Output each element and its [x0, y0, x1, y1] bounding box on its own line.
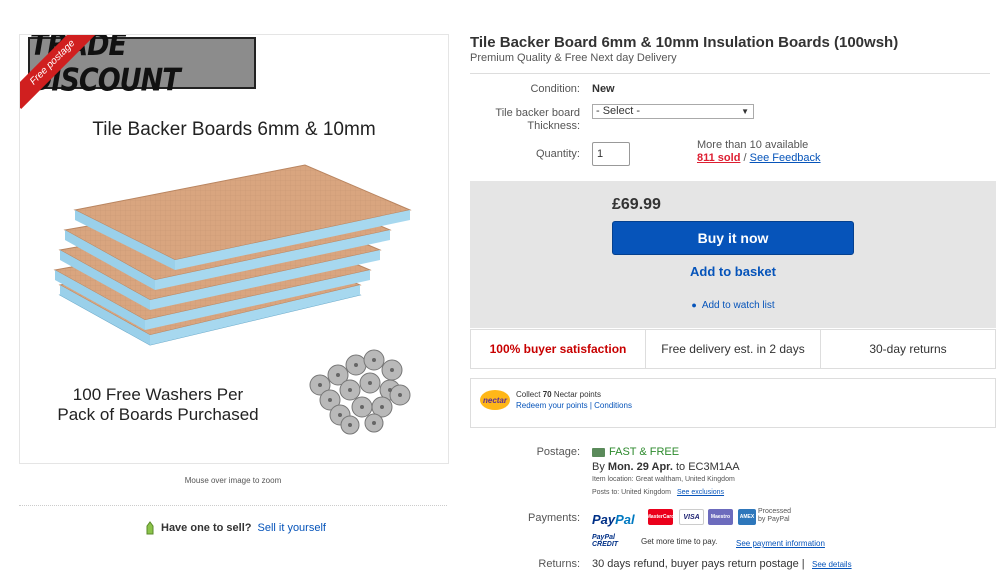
amex-icon: AMEX — [738, 509, 756, 525]
paypal-logo-a: Pay — [592, 512, 616, 527]
buy-it-now-button[interactable]: Buy it now — [612, 221, 854, 255]
availability-text: More than 10 available — [697, 139, 809, 151]
returns-value: 30 days refund, buyer pays return postag… — [592, 558, 805, 570]
buyer-satisfaction: 100% buyer satisfaction — [471, 330, 646, 368]
price: £69.99 — [612, 196, 661, 213]
zoom-hint: Mouse over image to zoom — [184, 476, 282, 485]
thickness-label: Tile backer board Thickness: — [470, 107, 580, 133]
see-feedback-link[interactable]: See Feedback — [750, 152, 821, 164]
sold-info: 811 sold / See Feedback — [697, 152, 821, 164]
nectar-collect: Collect 70 Nectar points — [516, 390, 601, 399]
divider — [19, 505, 447, 506]
postage-fast-free: FAST & FREE — [609, 446, 680, 458]
washers-line-2: Pack of Boards Purchased — [57, 405, 259, 424]
credit-logo-line-2: CREDIT — [592, 541, 619, 548]
washers-line-1: 100 Free Washers Per — [72, 385, 244, 404]
delivery-date-value: Mon. 29 Apr. — [607, 461, 673, 473]
washers-promo: 100 Free Washers Per Pack of Boards Purc… — [48, 385, 268, 425]
delivery-date: By Mon. 29 Apr. to EC3M1AA — [592, 461, 740, 473]
paypal-logo-b: Pal — [615, 512, 635, 527]
nectar-panel: nectar Collect 70 Nectar points Redeem y… — [470, 378, 996, 428]
credit-logo-line-1: PayPal — [592, 534, 615, 541]
product-subtitle: Premium Quality & Free Next day Delivery — [470, 52, 677, 64]
item-location: Item location: Great waltham, United Kin… — [592, 476, 735, 483]
processed-by-paypal: Processed by PayPal — [758, 508, 791, 524]
paypal-logo: PayPal — [592, 512, 635, 527]
returns-policy: 30-day returns — [869, 342, 947, 356]
thickness-label-line-2: Thickness: — [527, 120, 580, 132]
posts-to: Posts to: United Kingdom See exclusions — [592, 489, 724, 496]
board-stack — [53, 164, 412, 346]
add-to-basket-button[interactable]: Add to basket — [612, 264, 854, 279]
processed-line-1: Processed — [758, 508, 792, 515]
credit-text: Get more time to pay. — [641, 537, 718, 546]
nectar-collect-suffix: Nectar points — [553, 390, 601, 399]
free-delivery-estimate: Free delivery est. in 2 days — [646, 330, 821, 368]
thickness-selected: - Select - — [596, 105, 641, 117]
returns-label: Returns: — [538, 558, 580, 570]
processed-line-2: by PayPal — [758, 516, 790, 523]
condition-label: Condition: — [530, 83, 580, 95]
product-title: Tile Backer Board 6mm & 10mm Insulation … — [470, 34, 899, 51]
maestro-icon: Maestro — [708, 509, 733, 525]
thickness-select[interactable]: - Select - ▼ — [592, 104, 754, 119]
nectar-links: Redeem your points | Conditions — [516, 401, 632, 410]
postage-value: FAST & FREE — [592, 446, 679, 458]
product-image[interactable]: TRADE DISCOUNT Free postage Tile Backer … — [19, 34, 449, 464]
divider — [470, 73, 990, 74]
see-exclusions-link[interactable]: See exclusions — [677, 489, 724, 496]
nectar-collect-prefix: Collect — [516, 390, 541, 399]
see-payment-information-link[interactable]: See payment information — [736, 539, 825, 548]
sell-question: Have one to sell? — [161, 522, 252, 534]
quantity-label: Quantity: — [535, 148, 580, 160]
washers-illustration — [309, 349, 411, 435]
nectar-separator: | — [589, 401, 592, 410]
payments-label: Payments: — [528, 512, 580, 524]
nectar-conditions-link[interactable]: Conditions — [594, 401, 632, 410]
eye-icon: ● — [691, 300, 697, 310]
sell-it-yourself-link[interactable]: Sell it yourself — [257, 522, 325, 534]
sold-count-link[interactable]: 811 sold — [697, 152, 740, 164]
condition-value: New — [592, 83, 615, 95]
thickness-label-line-1: Tile backer board — [495, 107, 580, 119]
quantity-input[interactable]: 1 — [592, 142, 630, 166]
features-bar: 100% buyer satisfaction Free delivery es… — [470, 329, 996, 369]
visa-icon: VISA — [679, 509, 704, 525]
sold-separator: / — [743, 152, 747, 164]
postage-label: Postage: — [536, 446, 580, 458]
add-to-watch-list-link[interactable]: ● Add to watch list — [612, 300, 854, 311]
mastercard-icon: MasterCard — [647, 509, 674, 525]
nectar-logo-icon: nectar — [480, 390, 510, 410]
see-details-link[interactable]: See details — [812, 560, 852, 569]
paypal-credit-logo: PayPal CREDIT — [592, 534, 632, 550]
delivery-postcode: to EC3M1AA — [675, 461, 740, 473]
redeem-points-link[interactable]: Redeem your points — [516, 401, 588, 410]
nectar-points: 70 — [542, 390, 552, 399]
truck-icon — [592, 447, 605, 457]
posts-to-text: Posts to: United Kingdom — [592, 489, 671, 496]
delivery-by: By — [592, 461, 605, 473]
chevron-down-icon: ▼ — [741, 107, 749, 116]
price-tag-icon — [146, 521, 154, 535]
watch-label: Add to watch list — [701, 300, 775, 311]
sell-prompt: Have one to sell? Sell it yourself — [145, 521, 326, 535]
image-title: Tile Backer Boards 6mm & 10mm — [92, 119, 376, 140]
